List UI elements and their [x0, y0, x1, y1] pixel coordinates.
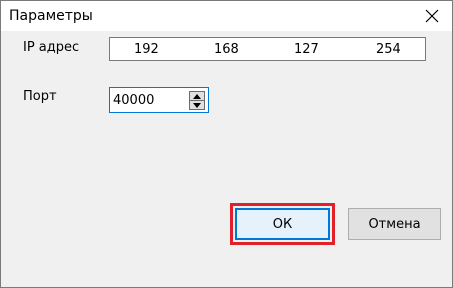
title-bar: Параметры	[1, 1, 452, 31]
ip-address-field[interactable]: 192 168 127 254	[109, 37, 426, 61]
ip-octet-1[interactable]: 192	[134, 42, 159, 57]
ok-button-label: ОК	[272, 216, 293, 232]
close-button[interactable]	[412, 1, 452, 31]
dialog-content: IP адрес 192 168 127 254 Порт 40000	[1, 31, 452, 287]
triangle-down-icon	[193, 102, 201, 108]
triangle-up-icon	[193, 93, 201, 99]
ip-octet-3[interactable]: 127	[294, 42, 319, 57]
close-icon	[425, 9, 439, 23]
port-label: Порт	[23, 89, 57, 104]
spin-down-button[interactable]	[189, 100, 205, 110]
dialog-title: Параметры	[9, 8, 93, 24]
ok-button[interactable]: ОК	[235, 208, 330, 240]
ip-address-label: IP адрес	[23, 40, 80, 55]
settings-dialog: Параметры IP адрес 192 168 127 254 Порт …	[0, 0, 453, 288]
ip-octet-2[interactable]: 168	[214, 42, 239, 57]
ip-octet-4[interactable]: 254	[376, 42, 401, 57]
port-spinbox[interactable]: 40000	[109, 87, 209, 113]
cancel-button-label: Отмена	[368, 216, 421, 232]
port-input[interactable]: 40000	[113, 93, 154, 108]
cancel-button[interactable]: Отмена	[348, 208, 441, 240]
